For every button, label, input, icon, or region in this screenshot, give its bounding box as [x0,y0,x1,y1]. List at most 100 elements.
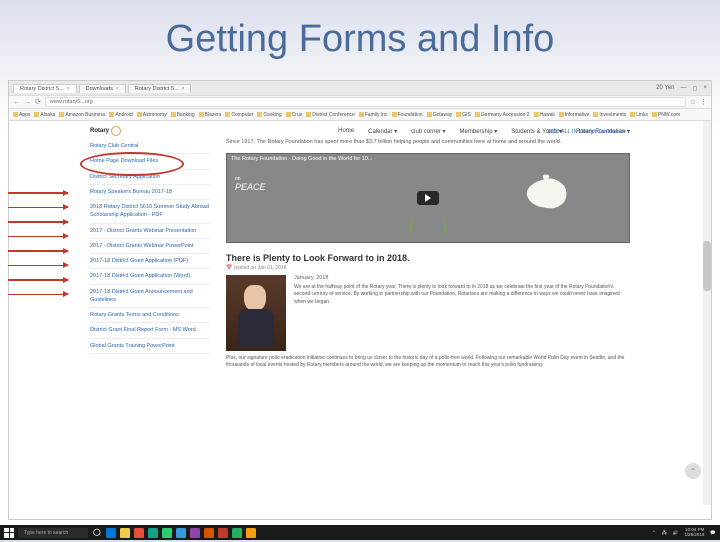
scrollbar[interactable] [703,121,711,505]
sidebar-item[interactable]: 2017 - District Grants Webinar PowerPoin… [90,239,210,254]
bookmark[interactable]: Informative [559,112,590,118]
bookmark[interactable]: Amazon Business [59,112,105,118]
bookmark[interactable]: Links [630,112,648,118]
taskbar-clock[interactable]: 10:04 PM 1/25/2018 [684,528,704,538]
bookmark[interactable]: Getaway [427,112,453,118]
tray-icon[interactable]: ⌃ [652,530,656,536]
app-icon[interactable] [204,528,214,538]
bookmark[interactable]: Alaska [34,112,55,118]
explorer-icon[interactable] [120,528,130,538]
play-icon[interactable] [417,191,439,205]
folder-icon [359,112,364,117]
bookmark[interactable]: Computer [225,112,253,118]
browser-tab-0[interactable]: Rotary District 5...× [13,84,77,93]
reload-icon[interactable]: ⟳ [35,98,41,106]
nav-membership[interactable]: Membership ▾ [460,128,498,135]
app-icon[interactable] [148,528,158,538]
menu-icon[interactable]: ⋮ [700,98,707,106]
bookmark[interactable]: Germany Accession 2 [475,112,530,118]
nav-home[interactable]: Home [338,128,354,134]
folder-icon [392,112,397,117]
close-window-icon[interactable]: × [703,85,707,91]
article-title: There is Plenty to Look Forward to in 20… [226,253,630,263]
bookmark-label: GIS [462,112,471,118]
url-input[interactable]: www.rotary5...org [45,97,686,107]
logo-text: Rotary [90,128,109,134]
app-icon[interactable] [162,528,172,538]
sidebar-item[interactable]: 2018 Rotary District 5610 Summer Study A… [90,200,210,224]
network-icon[interactable]: 🖧 [662,529,667,537]
app-icon[interactable] [176,528,186,538]
close-icon[interactable]: × [67,86,70,92]
notifications-icon[interactable]: 💬 [710,530,716,536]
video-embed[interactable]: The Rotary Foundation - Doing Good in th… [226,153,630,243]
arrow-icon [8,279,68,281]
sidebar-item[interactable]: District Grant Final Report Form - MS Wo… [90,323,210,338]
maximize-icon[interactable]: ◻ [693,85,698,92]
start-icon[interactable] [4,528,14,538]
forward-icon[interactable]: → [24,99,31,106]
minimize-icon[interactable]: — [681,85,687,91]
bookmark-label: Germany Accession 2 [481,112,530,118]
scrollbar-thumb[interactable] [703,241,711,291]
bookmark[interactable]: Blazers [199,112,222,118]
tab-label: Rotary District 5... [20,86,64,92]
bookmark[interactable]: Crux [286,112,303,118]
folder-icon [475,112,480,117]
sidebar-item[interactable]: 2017-18 District Grant Application (PDF) [90,254,210,269]
sidebar-item[interactable]: 2017-18 District Grant Announcement and … [90,285,210,309]
author-portrait [226,275,286,351]
app-icon[interactable] [246,528,256,538]
address-bar: ← → ⟳ www.rotary5...org ☆ ⋮ [9,95,711,109]
back-icon[interactable]: ← [13,99,20,106]
sidebar-item-download-files[interactable]: Home Page Download Files [90,154,210,169]
sidebar-item[interactable]: Rotary Speakers Bureau 2017-18 [90,185,210,200]
bookmark[interactable]: Astronomy [137,112,167,118]
browser-window: Rotary District 5...× Downloads× Rotary … [8,80,712,520]
app-icon[interactable] [232,528,242,538]
browser-tab-1[interactable]: Downloads× [79,84,126,93]
close-icon[interactable]: × [116,86,119,92]
nav-club-corner[interactable]: club corner ▾ [411,128,445,135]
bookmark[interactable]: Hawaii [534,112,555,118]
folder-icon [257,112,262,117]
sidebar-item[interactable]: 2017-18 District Grant Application (Word… [90,269,210,284]
bookmark-label: Blazers [205,112,222,118]
bookmarks-bar: Apps Alaska Amazon Business Android Astr… [9,109,711,121]
sidebar-item[interactable]: Global Grants Training PowerPoint [90,339,210,354]
cortana-icon[interactable]: ○ [92,524,102,542]
intro-text: Since 1917, The Rotary Foundation has sp… [226,139,630,147]
bookmark[interactable]: Family Inc [359,112,388,118]
tab-label: Downloads [86,86,113,92]
bookmark[interactable]: GIS [456,112,471,118]
close-icon[interactable]: × [181,86,184,92]
bookmark-label: Getaway [433,112,453,118]
folder-icon [652,112,657,117]
bookmark[interactable]: Investments [593,112,626,118]
bookmark[interactable]: Apps [13,112,30,118]
bookmark[interactable]: Foundation [392,112,423,118]
bookmark[interactable]: Cooking [257,112,281,118]
star-icon[interactable]: ☆ [690,98,696,106]
scroll-top-button[interactable]: ⌃ [685,463,701,479]
browser-tab-2[interactable]: Rotary District 5...× [128,84,192,93]
taskbar-search[interactable]: Type here to search [18,528,88,538]
bookmark[interactable]: Android [109,112,132,118]
nav-calendar[interactable]: Calendar ▾ [368,128,397,135]
edge-icon[interactable] [106,528,116,538]
site-logo[interactable]: Rotary [90,126,121,136]
nav-conference[interactable]: 2018 ALL IN District Conference ▾ [547,129,630,135]
bookmark[interactable]: PNW.com [652,112,680,118]
sidebar-item[interactable]: Rotary Grants Terms and Conditions [90,308,210,323]
folder-icon [59,112,64,117]
bookmark[interactable]: Banking [171,112,195,118]
volume-icon[interactable]: 🔊 [673,530,679,536]
sidebar-item[interactable]: 2017 - District Grants Webinar Presentat… [90,224,210,239]
bookmark[interactable]: District Conference [306,112,355,118]
app-icon[interactable] [134,528,144,538]
bookmark-label: Investments [599,112,626,118]
article-subtitle: January, 2018 [294,275,630,281]
tab-label: Rotary District 5... [135,86,179,92]
app-icon[interactable] [218,528,228,538]
app-icon[interactable] [190,528,200,538]
